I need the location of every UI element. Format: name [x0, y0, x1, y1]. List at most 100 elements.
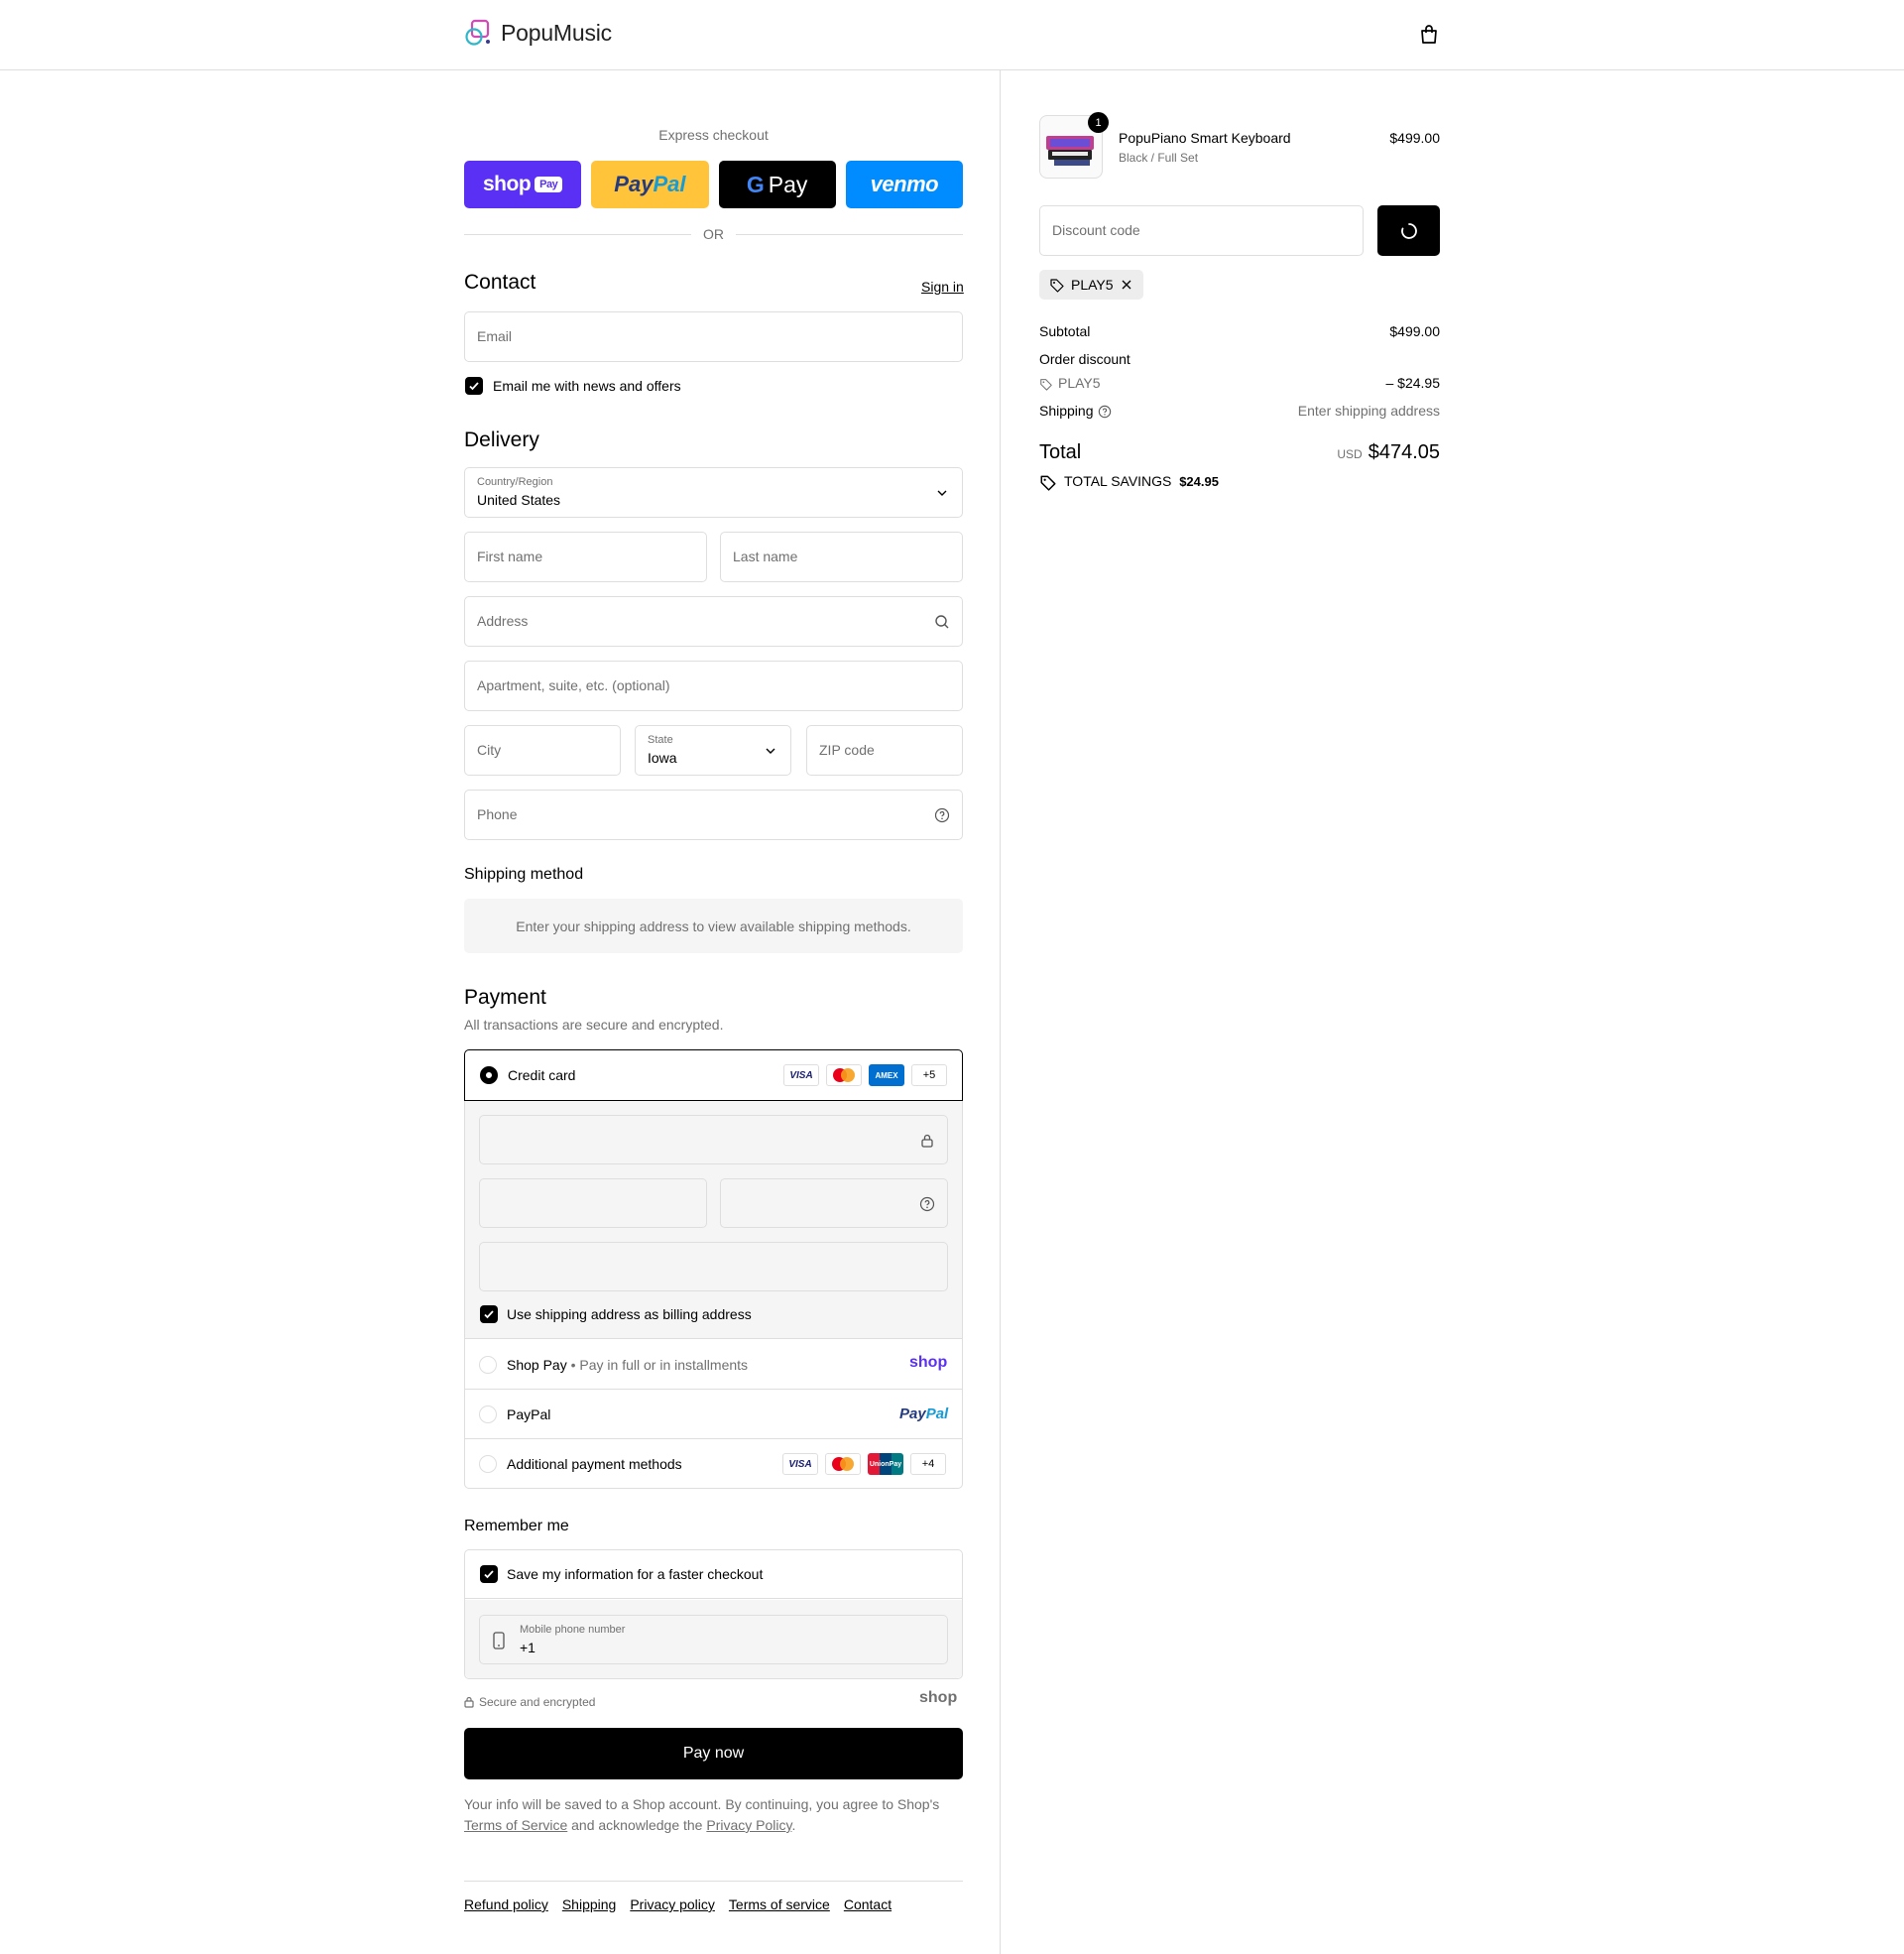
security-code-field[interactable]: [720, 1178, 948, 1228]
brand-name: PopuMusic: [501, 19, 612, 46]
shop-pay-label: Shop Pay • Pay in full or in installment…: [507, 1357, 748, 1373]
shopping-bag-icon[interactable]: [1418, 24, 1440, 46]
privacy-policy-link[interactable]: Privacy Policy: [706, 1817, 791, 1833]
footer-link-contact[interactable]: Contact: [844, 1896, 892, 1912]
pay-now-button[interactable]: Pay now: [464, 1728, 963, 1779]
address-field[interactable]: Address: [464, 596, 963, 647]
discount-code-field[interactable]: Discount code: [1039, 205, 1364, 256]
footer-link-shipping[interactable]: Shipping: [562, 1896, 617, 1912]
remember-me-option[interactable]: Save my information for a faster checkou…: [465, 1550, 962, 1599]
payment-subtitle: All transactions are secure and encrypte…: [464, 1017, 724, 1033]
phone-field[interactable]: Phone: [464, 790, 963, 840]
first-name-placeholder: First name: [477, 549, 543, 564]
billing-same-checkbox[interactable]: [480, 1305, 498, 1323]
city-field[interactable]: City: [464, 725, 621, 776]
additional-methods-label: Additional payment methods: [507, 1456, 682, 1472]
legal-text: Your info will be saved to a Shop accoun…: [464, 1794, 963, 1836]
google-pay-button[interactable]: G Pay: [718, 161, 836, 208]
close-icon[interactable]: [1120, 278, 1133, 292]
save-info-checkbox[interactable]: [480, 1565, 498, 1583]
help-circle-icon[interactable]: [919, 1196, 935, 1212]
shop-pay-button[interactable]: shop Pay: [464, 161, 582, 208]
shop-pay-logo: shop: [909, 1354, 948, 1371]
payment-option-credit-card[interactable]: Credit card VISA AMEX +5: [464, 1049, 963, 1101]
footer-link-refund[interactable]: Refund policy: [464, 1896, 548, 1912]
divider-line: [464, 233, 691, 235]
expiration-date-field[interactable]: [479, 1178, 707, 1228]
country-value: United States: [477, 492, 561, 508]
credit-card-label: Credit card: [508, 1067, 576, 1083]
total-value: $474.05: [1368, 441, 1440, 463]
legal-line: Your info will be saved to a Shop accoun…: [464, 1796, 940, 1812]
check-icon: [469, 382, 479, 391]
apartment-placeholder: Apartment, suite, etc. (optional): [477, 677, 670, 693]
mobile-phone-icon: [493, 1632, 505, 1649]
product-name: PopuPiano Smart Keyboard: [1119, 130, 1291, 146]
shop-pay-wordmark: shop: [483, 173, 532, 195]
first-name-field[interactable]: First name: [464, 532, 707, 582]
zip-field[interactable]: ZIP code: [806, 725, 963, 776]
or-divider: OR: [464, 226, 963, 242]
save-info-label: Save my information for a faster checkou…: [507, 1566, 764, 1582]
shop-pay-radio[interactable]: [479, 1356, 497, 1374]
footer-link-privacy[interactable]: Privacy policy: [630, 1896, 715, 1912]
shipping-value: Enter shipping address: [1297, 403, 1440, 419]
legal-end: .: [791, 1817, 796, 1833]
newsletter-checkbox[interactable]: [465, 377, 483, 395]
mobile-phone-value: +1: [520, 1640, 536, 1655]
footer-link-terms[interactable]: Terms of service: [729, 1896, 830, 1912]
state-value: Iowa: [648, 750, 677, 766]
brand-logo[interactable]: PopuMusic: [463, 18, 612, 48]
card-number-field[interactable]: [479, 1115, 948, 1164]
additional-methods-radio[interactable]: [479, 1455, 497, 1473]
mobile-phone-label: Mobile phone number: [520, 1624, 626, 1636]
header: PopuMusic: [0, 0, 1904, 70]
city-placeholder: City: [477, 742, 502, 758]
total-amount: USD $474.05: [1337, 441, 1440, 464]
brand-logo-icon: [465, 19, 490, 46]
paypal-wordmark-b: Pal: [653, 172, 686, 196]
remember-me-title: Remember me: [464, 1518, 569, 1534]
payment-option-shop-pay[interactable]: Shop Pay • Pay in full or in installment…: [465, 1340, 962, 1390]
paypal-radio[interactable]: [479, 1405, 497, 1423]
paypal-label: PayPal: [507, 1406, 551, 1422]
help-circle-icon[interactable]: [1098, 405, 1112, 419]
footer-divider: [464, 1881, 963, 1882]
terms-of-service-link[interactable]: Terms of Service: [464, 1817, 567, 1833]
shop-pay-pill: Pay: [535, 177, 563, 192]
paypal-button[interactable]: Pay Pal: [591, 161, 709, 208]
name-on-card-field[interactable]: [479, 1242, 948, 1291]
chevron-down-icon: [937, 490, 947, 496]
email-field[interactable]: Email: [464, 311, 963, 362]
lock-icon: [464, 1696, 474, 1708]
payment-title: Payment: [464, 986, 546, 1009]
discount-code-placeholder: Discount code: [1052, 222, 1140, 238]
order-summary-pane: [1000, 70, 1904, 1954]
savings-tag-icon: [1040, 475, 1056, 491]
total-currency: USD: [1337, 447, 1363, 461]
help-circle-icon[interactable]: [934, 807, 950, 823]
chevron-down-icon: [766, 748, 775, 754]
unionpay-icon: UnionPay: [868, 1453, 903, 1475]
billing-same-label: Use shipping address as billing address: [507, 1306, 752, 1322]
venmo-button[interactable]: venmo: [845, 161, 963, 208]
sign-in-link[interactable]: Sign in: [921, 279, 964, 295]
visa-icon: VISA: [782, 1453, 818, 1475]
paypal-wordmark-a: Pay: [614, 172, 654, 196]
apply-discount-button[interactable]: [1377, 205, 1440, 256]
payment-option-additional[interactable]: Additional payment methods VISA UnionPay…: [465, 1439, 962, 1489]
email-placeholder: Email: [477, 328, 513, 344]
apartment-field[interactable]: Apartment, suite, etc. (optional): [464, 661, 963, 711]
state-select[interactable]: State Iowa: [635, 725, 791, 776]
payment-option-paypal[interactable]: PayPal PayPal: [465, 1390, 962, 1439]
mastercard-icon: [825, 1453, 861, 1475]
divider-line: [736, 233, 963, 235]
last-name-field[interactable]: Last name: [720, 532, 963, 582]
last-name-placeholder: Last name: [733, 549, 798, 564]
credit-card-radio[interactable]: [480, 1066, 498, 1084]
delivery-title: Delivery: [464, 428, 539, 451]
subtotal-label: Subtotal: [1039, 323, 1091, 339]
country-select[interactable]: Country/Region United States: [464, 467, 963, 518]
mobile-phone-field[interactable]: Mobile phone number +1: [479, 1615, 948, 1664]
credit-card-form: Use shipping address as billing address: [465, 1101, 962, 1339]
